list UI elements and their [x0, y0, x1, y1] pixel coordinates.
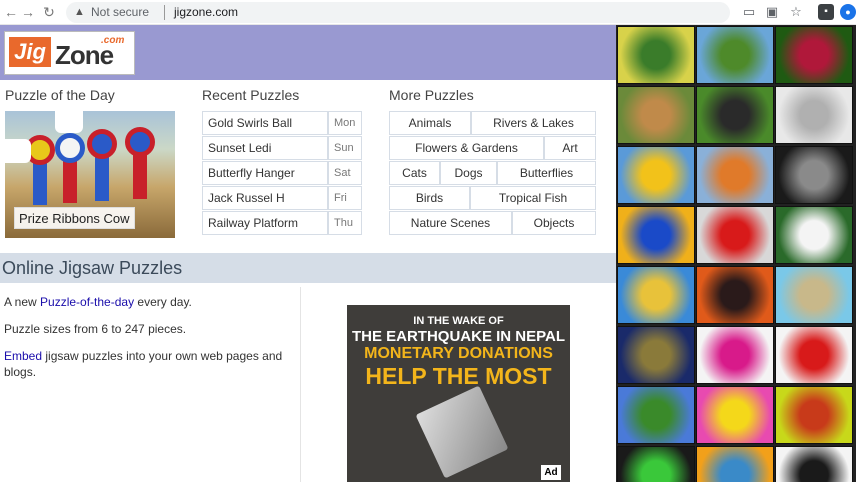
thumb-sunflower[interactable]	[617, 146, 695, 204]
ad-line-4: HELP THE MOST	[365, 363, 552, 389]
puzzle-of-the-day-heading: Puzzle of the Day	[5, 87, 115, 103]
intro-line-1-prefix: A new	[4, 295, 41, 309]
thumb-big-ben[interactable]	[617, 326, 695, 384]
site-banner: Jig Zone .com	[0, 25, 616, 80]
address-separator	[164, 5, 165, 20]
extension-icon[interactable]: ▣	[764, 4, 780, 20]
thumb-striped-wall[interactable]	[696, 446, 774, 482]
thumb-deer[interactable]	[617, 86, 695, 144]
back-icon[interactable]: ←	[2, 3, 20, 21]
online-jigsaw-bar: Online Jigsaw Puzzles	[0, 253, 616, 283]
category-link[interactable]: Birds	[389, 186, 470, 210]
thumb-red-lily[interactable]	[775, 26, 853, 84]
thumb-jigzone-logo[interactable]	[775, 446, 853, 482]
recent-puzzle-link[interactable]: Jack Russel H	[202, 186, 328, 210]
missing-piece	[55, 111, 83, 133]
puzzle-of-the-day-image[interactable]: Prize Ribbons Cow	[5, 111, 175, 238]
thumb-sunset-sea[interactable]	[696, 266, 774, 324]
intro-line-2: Puzzle sizes from 6 to 247 pieces.	[4, 322, 187, 336]
recent-puzzle-day: Sun	[328, 136, 362, 160]
intro-line-3: Embed jigsaw puzzles into your own web p…	[4, 348, 289, 380]
cast-icon[interactable]: ▭	[741, 4, 757, 20]
warning-icon[interactable]: ▲	[74, 2, 85, 23]
thumb-yellow-crab[interactable]	[617, 266, 695, 324]
recent-puzzle-link[interactable]: Sunset Ledi	[202, 136, 328, 160]
thumb-white-flower[interactable]	[775, 206, 853, 264]
ribbon-tail	[33, 161, 47, 205]
online-jigsaw-heading: Online Jigsaw Puzzles	[2, 258, 183, 278]
recent-puzzle-link[interactable]: Railway Platform	[202, 211, 328, 235]
thumb-dog-ball[interactable]	[696, 86, 774, 144]
thumb-snowy-owl[interactable]	[775, 86, 853, 144]
intro-line-1-suffix: every day.	[134, 295, 192, 309]
main-content: Jig Zone .com Puzzle of the Day Recent P…	[0, 25, 616, 482]
ribbon-tail	[95, 157, 109, 201]
logo-jig: Jig	[9, 37, 51, 67]
puzzle-of-the-day-link[interactable]: Puzzle-of-the-day	[40, 295, 134, 309]
recent-puzzle-day: Sat	[328, 161, 362, 185]
thumb-orange-bowl[interactable]	[696, 146, 774, 204]
category-link[interactable]: Art	[544, 136, 596, 160]
column-divider	[300, 287, 301, 482]
recent-puzzles-heading: Recent Puzzles	[202, 87, 300, 103]
category-link[interactable]: Tropical Fish	[470, 186, 596, 210]
advertisement[interactable]: IN THE WAKE OF THE EARTHQUAKE IN NEPAL M…	[347, 305, 570, 482]
missing-piece	[5, 139, 31, 163]
thumb-spider-web[interactable]	[775, 146, 853, 204]
category-link[interactable]: Rivers & Lakes	[471, 111, 596, 135]
ribbon-tail	[133, 155, 147, 199]
recent-puzzle-day: Thu	[328, 211, 362, 235]
puzzle-of-the-day-caption[interactable]: Prize Ribbons Cow	[14, 207, 135, 229]
thumb-blue-butterfly[interactable]	[617, 206, 695, 264]
thumb-yellow-flower[interactable]	[617, 26, 695, 84]
ad-badge: Ad	[541, 465, 561, 480]
bookmark-star-icon[interactable]: ☆	[788, 4, 804, 20]
recent-puzzle-link[interactable]: Butterfly Hanger	[202, 161, 328, 185]
reload-icon[interactable]: ↻	[40, 3, 58, 21]
category-link[interactable]: Flowers & Gardens	[389, 136, 544, 160]
category-link[interactable]: Cats	[389, 161, 440, 185]
thumb-red-tulips[interactable]	[696, 206, 774, 264]
thumb-pink-daisy[interactable]	[696, 386, 774, 444]
ribbon-rosette	[55, 133, 85, 163]
category-link[interactable]: Nature Scenes	[389, 211, 512, 235]
more-puzzles-heading: More Puzzles	[389, 87, 474, 103]
puzzle-thumbnail-grid	[616, 25, 856, 482]
ribbon-rosette	[87, 129, 117, 159]
security-label[interactable]: Not secure	[91, 2, 149, 23]
thumb-red-barn[interactable]	[617, 386, 695, 444]
thumb-climbers[interactable]	[775, 326, 853, 384]
thumb-cow-field[interactable]	[696, 26, 774, 84]
intro-line-1: A new Puzzle-of-the-day every day.	[4, 294, 192, 310]
thumb-colorful-shoes[interactable]	[617, 446, 695, 482]
forward-icon[interactable]: →	[19, 3, 37, 21]
browser-toolbar: ← → ↻ ▲ Not secure jigzone.com ▭ ▣ ☆ ▪ ●	[0, 0, 856, 25]
address-bar[interactable]: ▲ Not secure jigzone.com	[66, 2, 730, 23]
url-text[interactable]: jigzone.com	[174, 2, 238, 23]
category-link[interactable]: Animals	[389, 111, 471, 135]
ribbon-tail	[63, 159, 77, 203]
embed-link[interactable]: Embed	[4, 349, 42, 363]
intro-line-3-suffix: jigsaw puzzles into your own web pages a…	[4, 349, 283, 379]
account-icon[interactable]: ●	[840, 4, 856, 20]
category-link[interactable]: Dogs	[440, 161, 497, 185]
profile-icon[interactable]: ▪	[818, 4, 834, 20]
thumb-fathers-day[interactable]	[696, 326, 774, 384]
thumb-red-butterfly[interactable]	[775, 386, 853, 444]
recent-puzzle-link[interactable]: Gold Swirls Ball	[202, 111, 328, 135]
ad-line-2: THE EARTHQUAKE IN NEPAL	[351, 328, 566, 345]
recent-puzzle-day: Mon	[328, 111, 362, 135]
ad-line-1: IN THE WAKE OF	[413, 315, 504, 327]
category-link[interactable]: Objects	[512, 211, 596, 235]
logo-com: .com	[101, 35, 125, 46]
recent-puzzle-day: Fri	[328, 186, 362, 210]
money-image	[415, 385, 509, 479]
ad-line-3: MONETARY DONATIONS	[364, 345, 553, 362]
thumb-beach-island[interactable]	[775, 266, 853, 324]
jigzone-logo[interactable]: Jig Zone .com	[4, 31, 135, 75]
category-link[interactable]: Butterflies	[497, 161, 596, 185]
ribbon-rosette	[125, 127, 155, 157]
